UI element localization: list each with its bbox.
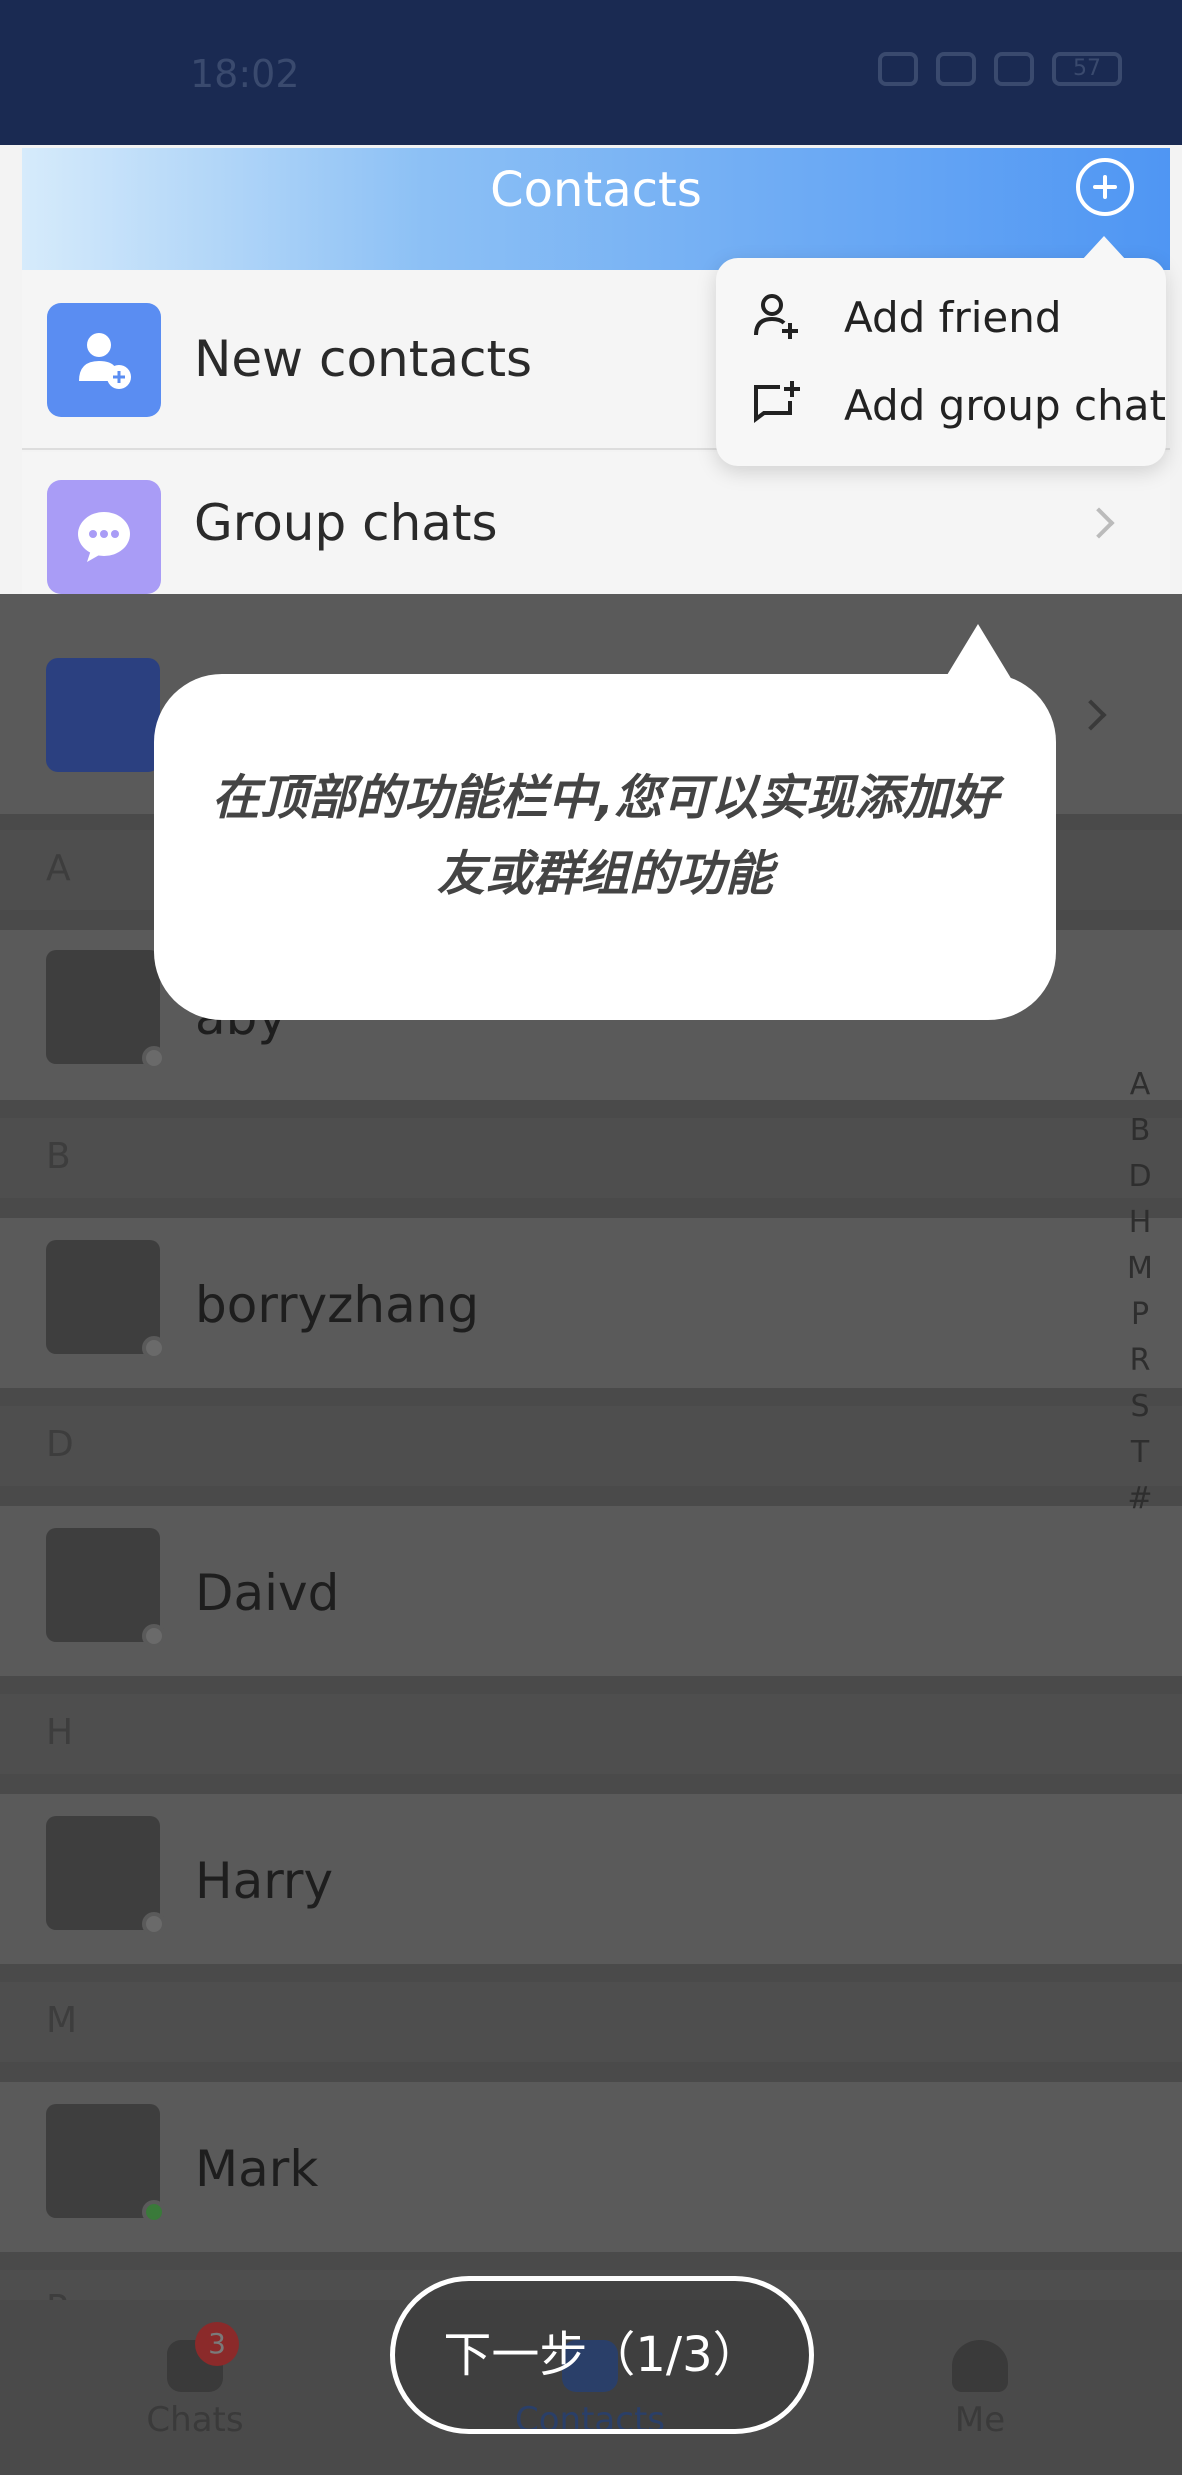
group-chats-icon xyxy=(47,480,161,594)
tab-me-label: Me xyxy=(954,2400,1006,2440)
index-letter[interactable]: S xyxy=(1130,1384,1149,1430)
chat-bubble-icon: 3 xyxy=(167,2322,239,2392)
contact-row[interactable]: Daivd xyxy=(0,1506,1182,1676)
avatar xyxy=(46,950,166,1070)
group-chats-row[interactable]: Group chats xyxy=(22,452,1170,594)
section-header: H xyxy=(0,1694,1182,1774)
next-step-button[interactable]: 下一步（1/3） xyxy=(390,2276,814,2434)
contact-row[interactable]: Harry xyxy=(0,1794,1182,1964)
new-contacts-label: New contacts xyxy=(194,330,533,388)
avatar xyxy=(46,1816,166,1936)
avatar xyxy=(46,2104,166,2224)
add-friend-label: Add friend xyxy=(844,292,1062,342)
index-letter[interactable]: P xyxy=(1131,1292,1149,1338)
contact-name: Harry xyxy=(195,1852,334,1910)
status-dot xyxy=(142,2200,166,2224)
status-dot xyxy=(142,1336,166,1360)
status-bar: 18:02 57 xyxy=(0,0,1182,145)
tab-me[interactable]: Me xyxy=(880,2340,1080,2440)
add-friend-item[interactable]: Add friend xyxy=(750,282,1062,352)
status-time: 18:02 xyxy=(190,52,300,96)
section-letter: A xyxy=(46,848,71,889)
status-dot xyxy=(142,1624,166,1648)
contacts-header: Contacts xyxy=(22,148,1170,270)
chevron-right-icon xyxy=(1083,507,1115,539)
wifi-icon xyxy=(994,52,1034,86)
person-icon xyxy=(952,2340,1008,2392)
contact-name: borryzhang xyxy=(195,1276,480,1334)
unread-badge: 3 xyxy=(195,2322,239,2366)
avatar xyxy=(46,1528,166,1648)
section-letter: H xyxy=(46,1712,74,1753)
add-group-chat-label: Add group chat xyxy=(844,380,1166,430)
chevron-right-icon xyxy=(1075,699,1107,731)
section-letter: M xyxy=(46,2000,78,2041)
new-contacts-icon xyxy=(47,303,161,417)
contact-name: Mark xyxy=(195,2140,319,2198)
battery-icon: 57 xyxy=(1052,52,1122,86)
alphabet-index[interactable]: A B D H M P R S T # xyxy=(1120,1062,1160,1522)
section-letter: D xyxy=(46,1424,74,1465)
index-letter[interactable]: R xyxy=(1130,1338,1151,1384)
group-chats-label: Group chats xyxy=(194,494,498,552)
section-header: M xyxy=(0,1982,1182,2062)
add-plus-icon[interactable] xyxy=(1076,158,1134,216)
index-letter[interactable]: A xyxy=(1130,1062,1151,1108)
status-dot xyxy=(142,1912,166,1936)
add-group-chat-item[interactable]: Add group chat xyxy=(750,370,1166,440)
index-letter[interactable]: B xyxy=(1130,1108,1151,1154)
signal-icon xyxy=(936,52,976,86)
alarm-icon xyxy=(878,52,918,86)
status-icons: 57 xyxy=(878,52,1122,86)
contact-row[interactable]: Mark xyxy=(0,2082,1182,2252)
tab-chats-label: Chats xyxy=(146,2400,244,2440)
index-letter[interactable]: # xyxy=(1127,1476,1152,1522)
tags-icon xyxy=(46,658,160,772)
index-letter[interactable]: H xyxy=(1129,1200,1152,1246)
avatar xyxy=(46,1240,166,1360)
add-friend-icon xyxy=(750,291,802,343)
page-title: Contacts xyxy=(490,162,702,218)
guide-text: 在顶部的功能栏中,您可以实现添加好友或群组的功能 xyxy=(211,770,999,902)
index-letter[interactable]: T xyxy=(1131,1430,1149,1476)
index-letter[interactable]: M xyxy=(1127,1246,1153,1292)
index-letter[interactable]: D xyxy=(1128,1154,1151,1200)
guide-tooltip: 在顶部的功能栏中,您可以实现添加好友或群组的功能 xyxy=(154,624,1056,1020)
status-dot xyxy=(142,1046,166,1070)
contact-name: Daivd xyxy=(195,1564,340,1622)
section-header: B xyxy=(0,1118,1182,1198)
section-letter: B xyxy=(46,1136,71,1177)
tab-chats[interactable]: 3 Chats xyxy=(95,2322,295,2440)
contact-row[interactable]: borryzhang xyxy=(0,1218,1182,1388)
add-group-chat-icon xyxy=(750,379,802,431)
section-header: D xyxy=(0,1406,1182,1486)
